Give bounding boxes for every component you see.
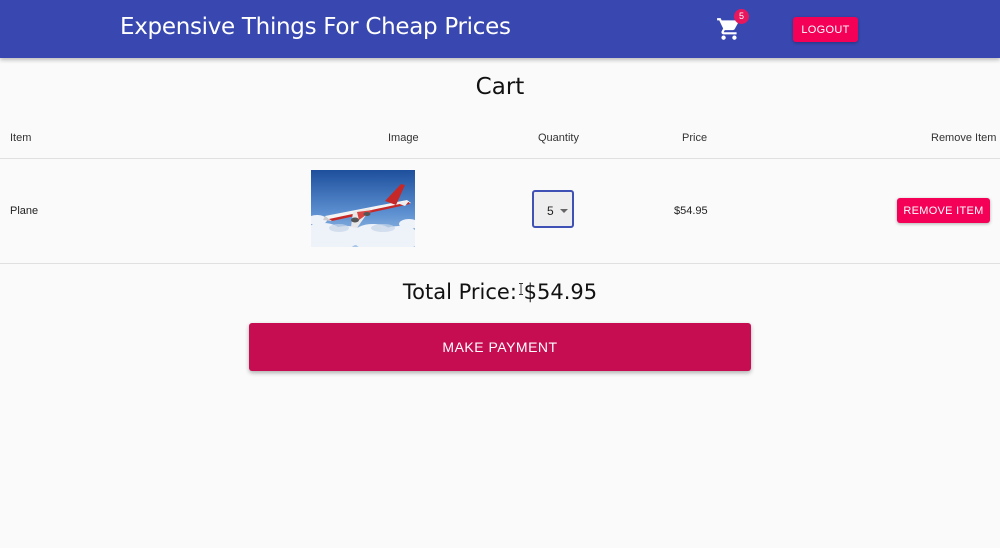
header-image: Image (388, 132, 419, 144)
caret-down-icon (560, 209, 568, 213)
row-divider (0, 263, 1000, 264)
logout-button[interactable]: LOGOUT (793, 17, 858, 42)
header-divider (0, 158, 1000, 159)
header-item: Item (10, 132, 32, 144)
cart-count-badge: 5 (734, 9, 749, 24)
app-bar: Expensive Things For Cheap Prices 5 LOGO… (0, 0, 1000, 58)
airplane-photo (311, 170, 415, 247)
quantity-select[interactable]: 5 (532, 190, 574, 228)
quantity-value: 5 (547, 204, 554, 218)
make-payment-button[interactable]: MAKE PAYMENT (249, 323, 751, 371)
header-remove-item: Remove Item (931, 132, 997, 144)
item-name: Plane (10, 205, 39, 217)
header-quantity: Quantity (538, 132, 579, 144)
total-price: Total Price: $54.95 (402, 280, 598, 304)
text-cursor-icon (519, 283, 523, 295)
remove-item-button[interactable]: REMOVE ITEM (897, 198, 990, 223)
page-title: Cart (475, 74, 525, 100)
item-price: $54.95 (674, 205, 708, 217)
header-price: Price (682, 132, 708, 144)
app-title: Expensive Things For Cheap Prices (120, 14, 511, 40)
